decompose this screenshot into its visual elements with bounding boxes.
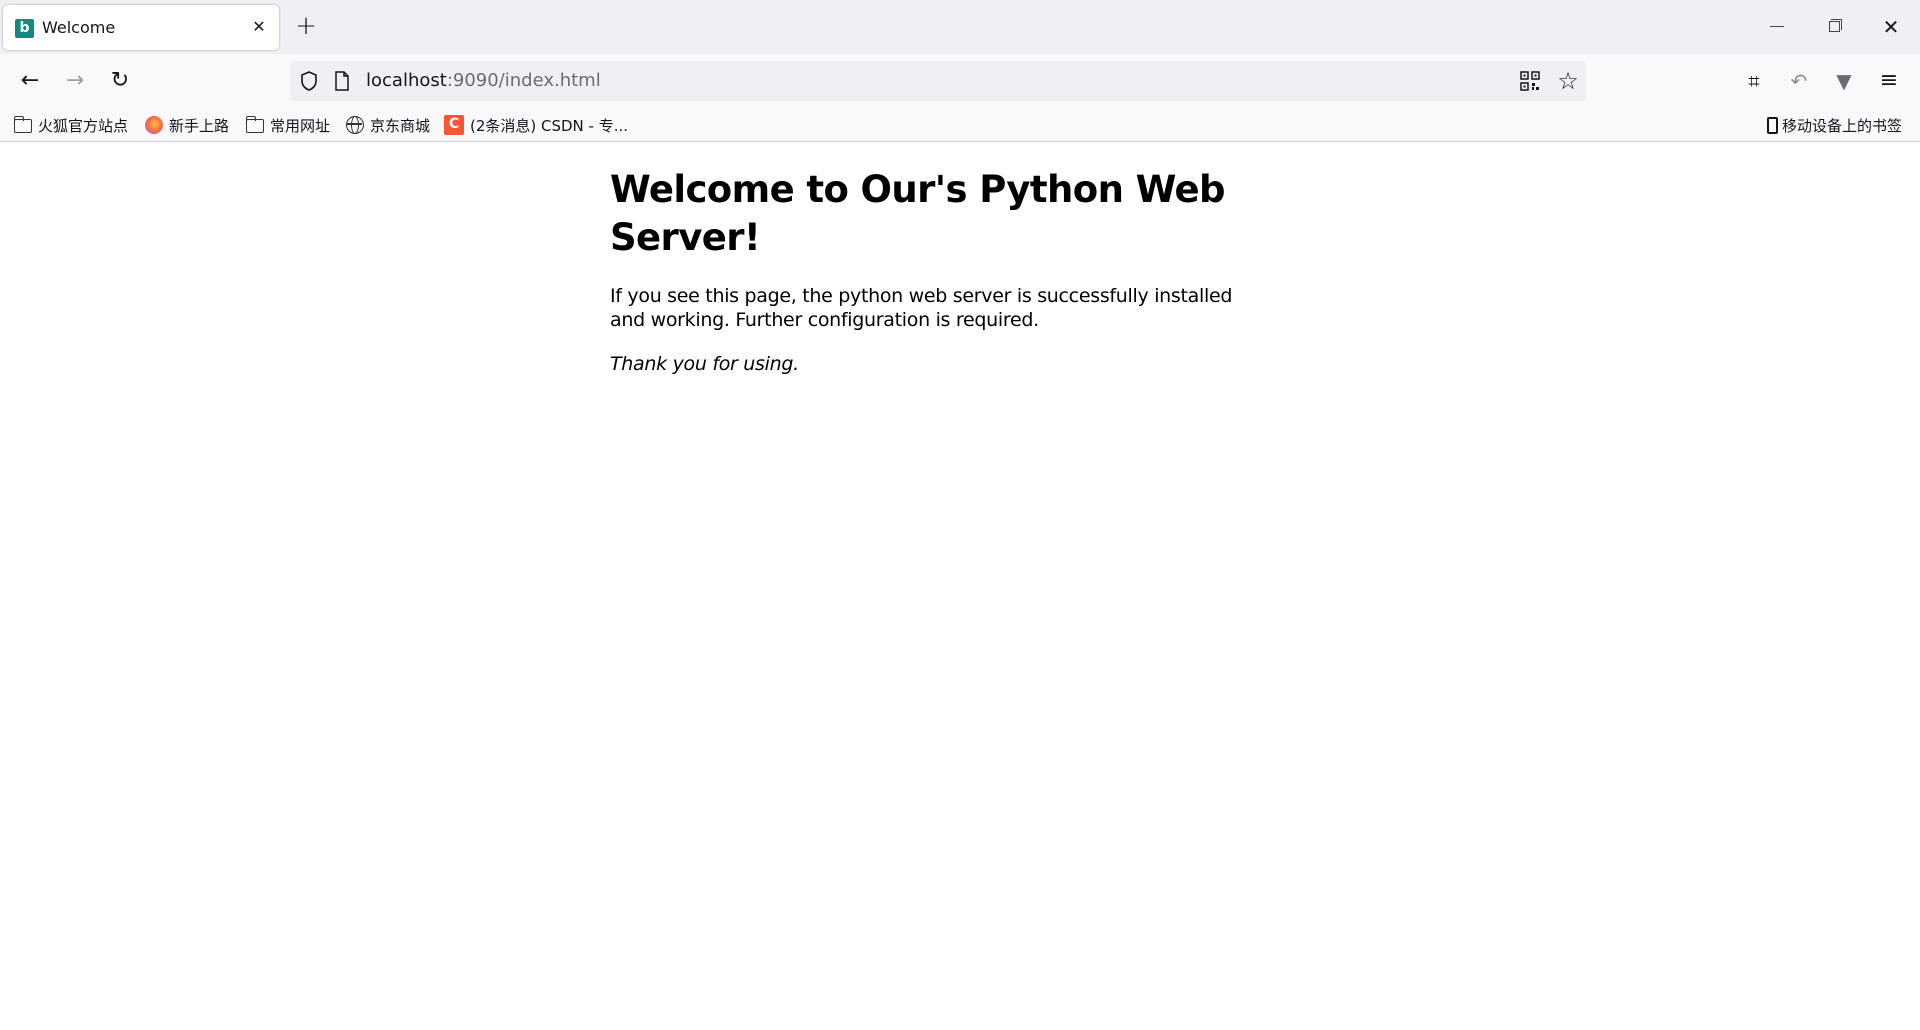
tab-close-icon[interactable]: ✕ bbox=[249, 17, 269, 37]
bookmark-getting-started[interactable]: 新手上路 bbox=[145, 111, 229, 139]
bookmark-jd[interactable]: 京东商城 bbox=[346, 111, 430, 139]
bookmark-star-icon[interactable]: ☆ bbox=[1554, 67, 1582, 95]
tab-welcome[interactable]: b Welcome ✕ bbox=[3, 5, 279, 50]
bing-favicon-icon: b bbox=[15, 19, 34, 38]
bookmark-firefox-official[interactable]: 火狐官方站点 bbox=[13, 111, 129, 139]
firefox-icon bbox=[145, 116, 163, 134]
page-body-text: If you see this page, the python web ser… bbox=[610, 285, 1233, 331]
restore-button[interactable] bbox=[1819, 12, 1849, 42]
url-path: :9090/index.html bbox=[446, 70, 601, 91]
close-window-button[interactable]: ✕ bbox=[1876, 12, 1906, 42]
tab-title: Welcome bbox=[42, 18, 116, 37]
bookmark-common-sites[interactable]: 常用网址 bbox=[245, 111, 331, 139]
mobile-device-icon bbox=[1767, 116, 1778, 134]
restore-icon-front bbox=[1829, 21, 1840, 32]
bookmark-label: (2条消息) CSDN - 专... bbox=[470, 116, 629, 135]
navigation-toolbar: ← → ↻ localhost:9090/index.html ☆ ⌗ ↶ ▼ … bbox=[0, 54, 1920, 108]
bookmark-label: 京东商城 bbox=[370, 116, 431, 135]
url-input[interactable]: localhost:9090/index.html bbox=[366, 70, 601, 91]
page-body: Welcome to Our's Python Web Server! If y… bbox=[610, 166, 1260, 376]
url-host: localhost bbox=[366, 70, 447, 91]
shield-icon[interactable] bbox=[298, 70, 320, 92]
page-thanks-text: Thank you for using. bbox=[610, 353, 799, 375]
undo-icon[interactable]: ↶ bbox=[1785, 67, 1813, 95]
folder-icon bbox=[245, 116, 264, 133]
mobile-bookmarks-label: 移动设备上的书签 bbox=[1782, 116, 1903, 135]
bookmark-label: 新手上路 bbox=[169, 116, 230, 135]
bookmark-label: 火狐官方站点 bbox=[38, 116, 129, 135]
csdn-icon: C bbox=[444, 115, 464, 135]
globe-icon bbox=[346, 116, 364, 134]
page-info-icon[interactable] bbox=[334, 71, 350, 91]
folder-icon bbox=[13, 116, 32, 133]
minimize-button[interactable] bbox=[1762, 12, 1792, 42]
bookmark-csdn[interactable]: C (2条消息) CSDN - 专... bbox=[444, 111, 628, 139]
page-heading: Welcome to Our's Python Web Server! bbox=[610, 168, 1225, 259]
tab-strip: b Welcome ✕ + ✕ bbox=[0, 0, 1920, 54]
hamburger-menu-icon[interactable]: ≡ bbox=[1875, 67, 1903, 95]
reload-button[interactable]: ↻ bbox=[104, 65, 136, 97]
qr-code-icon[interactable] bbox=[1520, 71, 1540, 91]
page-viewport: Welcome to Our's Python Web Server! If y… bbox=[0, 142, 1920, 1030]
mobile-bookmarks[interactable]: 移动设备上的书签 bbox=[1767, 111, 1902, 139]
bookmark-label: 常用网址 bbox=[270, 116, 331, 135]
screenshot-crop-icon[interactable]: ⌗ bbox=[1740, 67, 1768, 95]
url-bar[interactable]: localhost:9090/index.html ☆ bbox=[290, 61, 1586, 101]
bookmarks-toolbar: 火狐官方站点 新手上路 常用网址 京东商城 C (2条消息) CSDN - 专.… bbox=[0, 108, 1920, 142]
back-button[interactable]: ← bbox=[14, 65, 46, 97]
new-tab-button[interactable]: + bbox=[293, 13, 319, 40]
forward-button[interactable]: → bbox=[59, 65, 91, 97]
extension-v-icon[interactable]: ▼ bbox=[1830, 67, 1858, 95]
